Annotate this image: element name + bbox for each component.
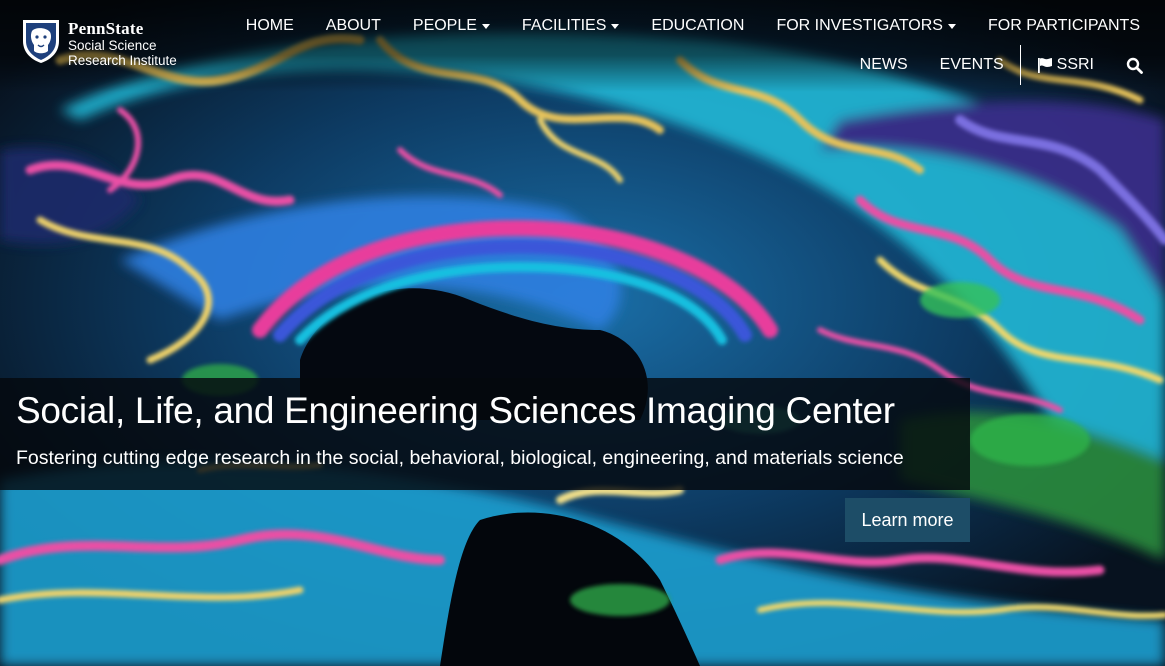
hero-background-image: [0, 0, 1165, 666]
nav-item-for-investigators[interactable]: FOR INVESTIGATORS: [776, 17, 956, 35]
flag-icon: [1037, 58, 1052, 73]
logo-line-1: Social Science: [68, 38, 157, 53]
nav-item-about[interactable]: ABOUT: [326, 17, 381, 35]
nav-divider: [1019, 45, 1021, 85]
nav-item-news[interactable]: NEWS: [860, 56, 908, 74]
nav-item-label: PEOPLE: [412, 17, 477, 34]
learn-more-button[interactable]: Learn more: [845, 498, 970, 542]
nav-item-events[interactable]: EVENTS: [940, 56, 1004, 74]
hero-title: Social, Life, and Engineering Sciences I…: [16, 390, 895, 431]
nav-item-home[interactable]: HOME: [246, 17, 294, 35]
search-button[interactable]: [1126, 57, 1143, 74]
logo-line-2: Research Institute: [68, 53, 177, 68]
nav-item-ssri[interactable]: SSRI: [1037, 56, 1094, 74]
page: PennState Social Science Research Instit…: [0, 0, 1165, 666]
secondary-nav: NEWS EVENTS SSRI: [828, 45, 1143, 85]
logo-brand: PennState: [68, 19, 144, 38]
nittany-lion-shield-icon: [23, 20, 59, 63]
chevron-down-icon: [947, 24, 956, 29]
nav-item-label: NEWS: [859, 56, 908, 73]
primary-nav: HOME ABOUT PEOPLE FACILITIES EDUCATION F…: [214, 14, 1140, 38]
nav-item-label: FACILITIES: [521, 17, 607, 34]
nav-item-facilities[interactable]: FACILITIES: [521, 17, 620, 35]
search-icon: [1126, 57, 1143, 74]
site-logo[interactable]: PennState Social Science Research Instit…: [20, 17, 177, 68]
chevron-down-icon: [611, 24, 620, 29]
nav-item-for-participants[interactable]: FOR PARTICIPANTS: [988, 17, 1140, 35]
nav-item-label: SSRI: [1056, 56, 1094, 73]
nav-item-label: ABOUT: [325, 17, 381, 34]
hero-subtitle: Fostering cutting edge research in the s…: [16, 447, 904, 469]
nav-item-label: EDUCATION: [651, 17, 745, 34]
nav-item-label: FOR PARTICIPANTS: [987, 17, 1140, 34]
chevron-down-icon: [481, 24, 490, 29]
nav-item-label: EVENTS: [939, 56, 1004, 73]
nav-item-label: HOME: [245, 17, 294, 34]
nav-item-people[interactable]: PEOPLE: [413, 17, 490, 35]
nav-item-education[interactable]: EDUCATION: [651, 17, 744, 35]
nav-item-label: FOR INVESTIGATORS: [776, 17, 943, 34]
